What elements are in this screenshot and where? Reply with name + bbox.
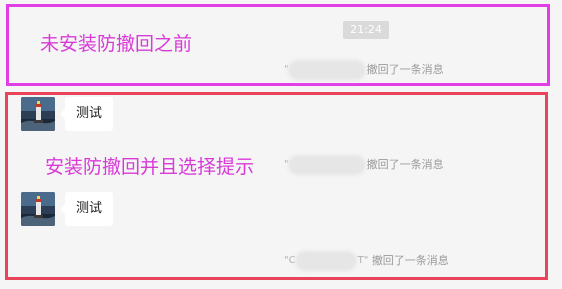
recall-notice-text: 撤回了一条消息	[366, 63, 444, 76]
blurred-username	[289, 157, 364, 173]
before-install-annotation: 未安装防撤回之前	[40, 33, 193, 55]
recall-notice-row: "C T" 撤回了一条消息	[284, 252, 449, 270]
recall-notice-row: " 撤回了一条消息	[284, 156, 444, 174]
recall-notice-text: 撤回了一条消息	[366, 158, 444, 171]
screenshot-stage: 未安装防撤回之前 21:24 " 撤回了一条消息 测试 安装防撤回并且选择提示 "…	[0, 0, 562, 289]
recall-notice-row: " 撤回了一条消息	[284, 61, 444, 79]
lighthouse-avatar-icon[interactable]	[21, 192, 55, 226]
recall-notice-text: 撤回了一条消息	[371, 254, 449, 267]
message-text: 测试	[76, 201, 103, 216]
recall-quote-close: T"	[357, 255, 369, 266]
message-bubble[interactable]: 测试	[59, 192, 114, 226]
message-timestamp: 21:24	[343, 21, 389, 39]
message-bubble[interactable]: 测试	[59, 97, 114, 131]
blurred-username	[289, 62, 364, 78]
recall-quote-open: "	[284, 64, 289, 75]
message-text: 测试	[76, 106, 103, 121]
blurred-username	[296, 253, 355, 269]
recall-quote-open: "C	[284, 255, 296, 266]
after-install-annotation: 安装防撤回并且选择提示	[45, 156, 255, 178]
recall-quote-open: "	[284, 159, 289, 170]
lighthouse-avatar-icon[interactable]	[21, 97, 55, 131]
